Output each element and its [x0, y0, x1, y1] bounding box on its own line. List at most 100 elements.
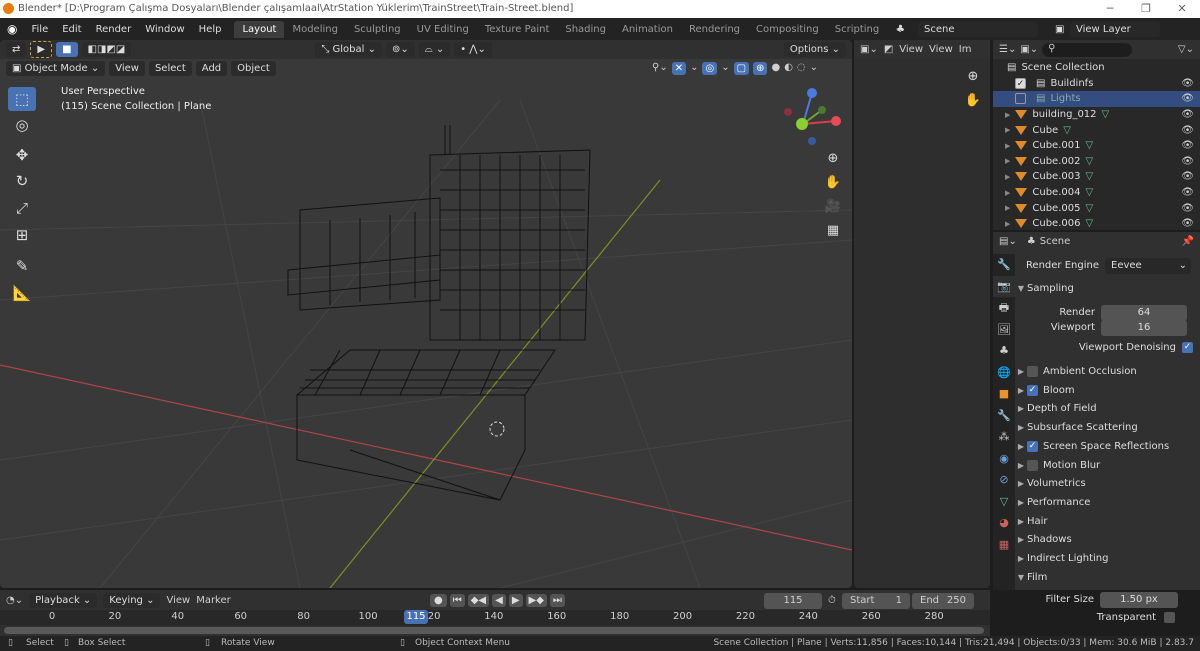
visibility-eye-icon[interactable]: 👁	[1181, 93, 1194, 104]
tab-uv-editing[interactable]: UV Editing	[409, 21, 477, 38]
tab-compositing[interactable]: Compositing	[748, 21, 827, 38]
expand-arrow-icon[interactable]: ▶	[1005, 173, 1010, 181]
visibility-eye-icon[interactable]: 👁	[1181, 187, 1194, 198]
wireframe-shading-icon[interactable]: ⊕	[753, 62, 768, 75]
minimize-button[interactable]: ─	[1092, 0, 1128, 18]
transform-pivot-icon[interactable]: ⇄	[6, 42, 27, 57]
tab-rendering[interactable]: Rendering	[681, 21, 748, 38]
panel-header[interactable]: ▶ ✓ Screen Space Reflections	[1015, 437, 1200, 456]
gizmo-dropdown[interactable]: ⌄	[690, 62, 698, 75]
transparent-checkbox[interactable]	[1164, 612, 1175, 623]
pan-hand-icon[interactable]: ✋	[962, 90, 984, 112]
panel-header[interactable]: ▶ Volumetrics	[1015, 474, 1200, 493]
expand-arrow-icon[interactable]: ▶	[1005, 111, 1010, 119]
panel-header[interactable]: ▶ ✓ Bloom	[1015, 381, 1200, 400]
select-box-tool-icon[interactable]: ⬚	[8, 87, 36, 111]
menu-marker[interactable]: Marker	[196, 595, 231, 606]
filter-icon[interactable]: ▽⌄	[1178, 44, 1194, 55]
visibility-eye-icon[interactable]: 👁	[1181, 140, 1194, 151]
rendered-shading-icon[interactable]: ◌	[797, 62, 806, 75]
menu-add[interactable]: Add	[195, 61, 228, 76]
tab-modeling[interactable]: Modeling	[284, 21, 346, 38]
menu-image[interactable]: Im	[959, 44, 972, 55]
record-icon[interactable]: ●	[430, 594, 447, 607]
menu-select[interactable]: Select	[148, 61, 192, 76]
visibility-eye-icon[interactable]: 👁	[1181, 109, 1194, 120]
playhead[interactable]: 115	[404, 610, 428, 624]
menu-view[interactable]: View	[109, 61, 145, 76]
select-mode-new-icon[interactable]: ■	[56, 42, 78, 57]
outliner-item[interactable]: ▶ Cube.003 ▽ 👁	[993, 169, 1200, 185]
scene-selector[interactable]: Scene	[918, 21, 1038, 37]
expand-arrow-icon[interactable]: ▶	[1005, 157, 1010, 165]
end-frame-field[interactable]: End 250	[912, 592, 974, 609]
zoom-icon[interactable]: ⊕	[822, 148, 844, 170]
pin-icon[interactable]: 📌	[1182, 236, 1194, 247]
viewport-denoising-checkbox[interactable]: ✓	[1182, 342, 1193, 353]
texture-tab-icon[interactable]: ▦	[993, 534, 1015, 556]
constraints-tab-icon[interactable]: ⊘	[993, 469, 1015, 491]
snap-icon[interactable]: ⌓ ⌄	[418, 42, 451, 57]
panel-header[interactable]: ▶ Depth of Field	[1015, 399, 1200, 418]
cursor-tool-icon[interactable]: ◎	[8, 113, 36, 137]
ortho-toggle-icon[interactable]: ▦	[822, 220, 844, 242]
outliner-item[interactable]: ▶ building_012 ▽ 👁	[993, 107, 1200, 123]
stopwatch-icon[interactable]: ⏱	[828, 595, 836, 606]
tab-sculpting[interactable]: Sculpting	[346, 21, 409, 38]
menu-object[interactable]: Object	[231, 61, 276, 76]
expand-arrow-icon[interactable]: ▶	[1005, 142, 1010, 150]
rotate-tool-icon[interactable]: ↻	[8, 169, 36, 193]
render-tab-icon[interactable]: 📷	[993, 275, 1015, 297]
outliner-item[interactable]: ▶ Cube.006 ▽ 👁	[993, 216, 1200, 232]
expand-arrow-icon[interactable]: ▶	[1005, 189, 1010, 197]
panel-header[interactable]: ▶ Shadows	[1015, 530, 1200, 549]
visibility-eye-icon[interactable]: 👁	[1181, 156, 1194, 167]
filter-view-icon[interactable]: ▣⌄	[1020, 44, 1038, 55]
expand-arrow-icon[interactable]: ▶	[1005, 220, 1010, 228]
outliner-item[interactable]: ▤ Lights 👁	[993, 91, 1200, 107]
tool-tab-icon[interactable]: 🔧	[993, 254, 1015, 276]
expand-arrow-icon[interactable]: ▶	[1005, 126, 1010, 134]
menu-help[interactable]: Help	[192, 24, 229, 35]
visibility-icon[interactable]: ⚲⌄	[652, 62, 668, 75]
select-tool-icon[interactable]: ▶	[30, 41, 53, 58]
annotate-tool-icon[interactable]: ✎	[8, 254, 36, 278]
view-layer-selector[interactable]: View Layer	[1070, 21, 1160, 37]
data-tab-icon[interactable]: ▽	[993, 491, 1015, 513]
view-layer-tab-icon[interactable]: 🖼	[993, 319, 1015, 341]
outliner-item[interactable]: ▶ Cube.005 ▽ 👁	[993, 200, 1200, 216]
close-button[interactable]: ✕	[1164, 0, 1200, 18]
scale-tool-icon[interactable]: ⤢	[8, 196, 36, 220]
tab-texture-paint[interactable]: Texture Paint	[477, 21, 558, 38]
modifier-tab-icon[interactable]: 🔧	[993, 405, 1015, 427]
overlay-icon[interactable]: ◎	[702, 62, 718, 75]
overlay-dropdown[interactable]: ⌄	[721, 62, 729, 75]
object-tab-icon[interactable]: ■	[993, 383, 1015, 405]
tab-animation[interactable]: Animation	[614, 21, 681, 38]
physics-tab-icon[interactable]: ◉	[993, 448, 1015, 470]
menu-window[interactable]: Window	[138, 24, 191, 35]
outliner-scene-collection[interactable]: ▤ Scene Collection	[993, 60, 1200, 76]
editor-type-icon[interactable]: ◔⌄	[6, 595, 23, 606]
panel-checkbox[interactable]: ✓	[1027, 440, 1038, 452]
tab-shading[interactable]: Shading	[557, 21, 614, 38]
menu-view-1[interactable]: View	[899, 44, 923, 55]
tab-scripting[interactable]: Scripting	[827, 21, 887, 38]
visibility-eye-icon[interactable]: 👁	[1181, 78, 1194, 89]
visibility-eye-icon[interactable]: 👁	[1181, 203, 1194, 214]
panel-header[interactable]: ▶ Motion Blur	[1015, 456, 1200, 475]
exclude-checkbox[interactable]	[1015, 93, 1026, 105]
menu-view-2[interactable]: View	[929, 44, 953, 55]
exclude-checkbox[interactable]: ✓	[1015, 77, 1026, 89]
prev-keyframe-icon[interactable]: ◆◀	[467, 594, 490, 607]
frame-ruler[interactable]: 0 20 40 60 80 100 120 140 160 180 200 220 240 260 280	[0, 610, 990, 625]
tab-layout[interactable]: Layout	[234, 20, 285, 38]
output-tab-icon[interactable]: 🖶	[993, 297, 1015, 319]
panel-header[interactable]: ▶ Indirect Lighting	[1015, 549, 1200, 568]
panel-header[interactable]: ▶ Ambient Occlusion	[1015, 362, 1200, 381]
panel-header[interactable]: ▶ Subsurface Scattering	[1015, 418, 1200, 437]
timeline-scrollbar[interactable]	[4, 627, 984, 634]
solid-shading-icon[interactable]: ●	[771, 62, 780, 75]
panel-checkbox[interactable]	[1027, 459, 1038, 471]
zoom-icon[interactable]: ⊕	[962, 66, 984, 88]
